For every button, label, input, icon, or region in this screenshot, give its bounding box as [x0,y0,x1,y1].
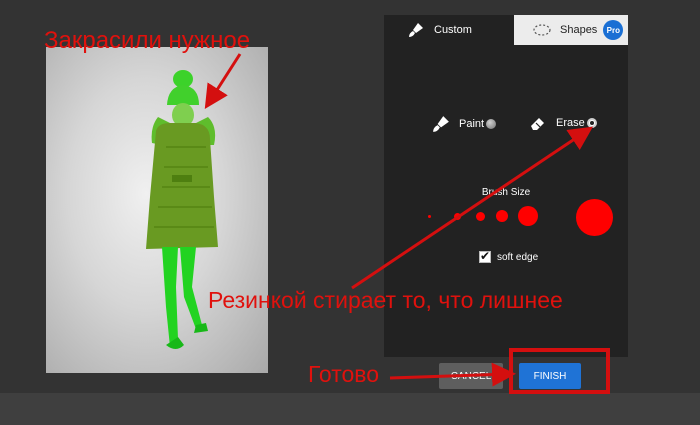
photo-canvas[interactable] [46,47,268,373]
paint-label: Paint [459,118,485,130]
brush-size-xxl[interactable] [576,199,613,236]
brush-size-xl[interactable] [518,206,538,226]
pro-badge: Pro [603,20,624,40]
tab-shapes[interactable]: Shapes Pro [514,15,628,45]
erase-radio[interactable] [586,118,597,128]
tab-shapes-label: Shapes [560,24,598,36]
finish-highlight-box [509,348,610,394]
bottom-bar [0,393,700,425]
eraser-icon [529,115,547,131]
soft-edge-label: soft edge [497,251,539,263]
paint-tool[interactable]: Paint [432,115,497,133]
paintbrush-icon [408,22,424,38]
dashed-lasso-icon [532,23,552,37]
soft-edge-option[interactable]: soft edge [479,249,539,263]
painted-mask [146,70,218,349]
brush-size-title: Brush Size [481,187,531,198]
brush-size-m[interactable] [476,212,485,221]
erase-tool[interactable]: Erase [529,115,597,131]
tab-custom[interactable]: Custom [384,15,514,45]
annotation-done: Готово [308,361,380,387]
erase-label: Erase [556,117,585,129]
brush-size-xs[interactable] [428,215,431,218]
tab-custom-label: Custom [434,24,472,36]
annotation-eraser: Резинкой стирает то, что лишнее [208,287,563,313]
cancel-button[interactable]: CANCEL [439,363,503,389]
brush-size-l[interactable] [496,210,508,222]
soft-edge-checkbox[interactable] [479,249,491,263]
paintbrush-icon [432,115,450,133]
annotation-painted: Закрасили нужное [44,27,251,54]
brush-size-s[interactable] [454,213,461,220]
paint-radio[interactable] [486,119,497,129]
